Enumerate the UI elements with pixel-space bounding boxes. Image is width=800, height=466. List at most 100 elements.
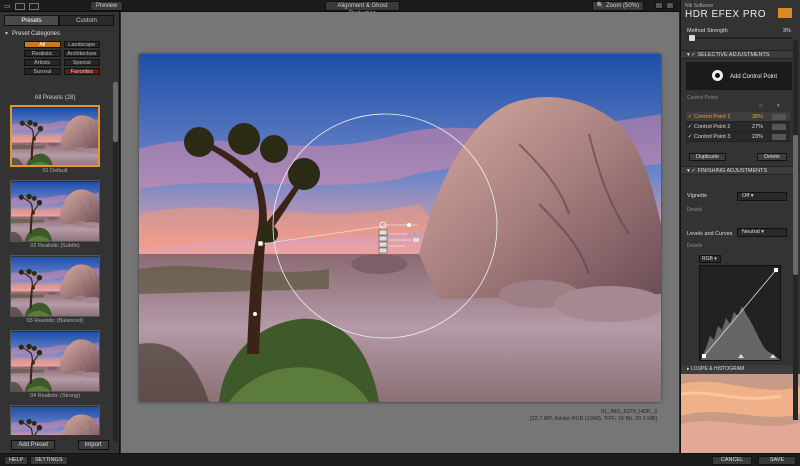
control-point-name: Control Point 2 [694,123,731,130]
preset-thumbnail[interactable] [10,330,100,392]
preset-item[interactable]: 04 Realistic (Strong) [6,330,100,405]
import-button[interactable]: Import [77,439,109,450]
save-button[interactable]: SAVE [758,456,796,465]
scrollbar-thumb[interactable] [113,82,118,142]
left-tabs: Presets Custom [4,15,114,26]
add-control-point-button[interactable]: Add Control Point [686,62,792,90]
preset-scrollbar[interactable] [113,82,118,442]
side-by-side-icon[interactable] [28,2,39,10]
visibility-icon[interactable]: ⌂ [759,103,763,109]
finishing-adjustments-title: FINISHING ADJUSTMENTS [697,168,768,174]
method-strength-label: Method Strength [687,28,728,34]
duplicate-button[interactable]: Duplicate [689,153,726,161]
category-artistic[interactable]: Artistic [24,59,61,66]
checkbox-icon[interactable]: ✓ [686,124,694,130]
preset-thumbnail[interactable] [10,255,100,317]
zoom-icon: 🔍 [596,3,605,9]
category-special[interactable]: Special [63,59,100,66]
preset-list: 01 Default 02 Realistic (Subtle) 03 Real… [6,105,106,435]
slider-knob[interactable] [689,35,695,41]
preset-item[interactable] [6,405,100,435]
control-point-slider-knob[interactable] [407,223,411,227]
preset-item[interactable]: 03 Realistic (Balanced) [6,255,100,330]
preset-item[interactable]: 01 Default [6,105,100,180]
category-landscape[interactable]: Landscape [63,41,100,48]
levels-curves-label: Levels and Curves [687,231,733,237]
curve-black-point[interactable] [702,354,706,358]
control-point-actions: Duplicate Delete [689,153,787,161]
scrollbar-thumb[interactable] [793,135,798,275]
right-panel-scrollbar[interactable] [793,40,798,420]
control-point-marker[interactable] [253,312,257,316]
category-all[interactable]: All [24,41,61,48]
left-panel-actions: Add Preset Import [0,436,120,453]
vignette-label: Vignette [687,193,708,199]
levels-details[interactable]: Details [687,243,702,249]
category-realistic[interactable]: Realistic [24,50,61,57]
control-point-swatch [772,123,786,130]
vignette-details[interactable]: Details [687,207,702,213]
bottom-bar: HELP SETTINGS CANCEL SAVE [0,453,800,466]
alignment-ghost-reduction-button[interactable]: Alignment & Ghost Reduction [325,1,400,17]
control-point-pct: 27% [752,123,764,130]
file-info: 01_IMG_8379_HDR_3 [32.7 MP, Adobe RGB (1… [530,409,657,423]
checkbox-icon[interactable]: ✓ [686,134,694,140]
preset-categories-header[interactable]: Preset Categories [2,30,118,39]
loupe-view [681,374,800,453]
control-point-pct: 38% [752,113,764,120]
tab-custom[interactable]: Custom [59,15,114,26]
finishing-adjustments-header[interactable]: ▾ ✓ FINISHING ADJUSTMENTS [681,166,795,175]
channel-dropdown[interactable]: RGB ▾ [699,255,721,263]
top-toolbar: ▭ Preview Alignment & Ghost Reduction 🔍 … [0,0,680,17]
control-point-name: Control Point 1 [694,113,731,120]
preset-thumbnail[interactable] [10,180,100,242]
levels-dropdown[interactable]: Neutral ▾ [737,228,787,237]
control-point-pct: 23% [752,133,764,140]
category-grid: All Landscape Realistic Architecture Art… [24,41,100,75]
selective-adjustments-header[interactable]: ▾ ✓ SELECTIVE ADJUSTMENTS [681,50,795,59]
chevron-down-icon: ▾ [750,193,754,199]
curves-editor[interactable] [699,265,781,361]
vignette-dropdown[interactable]: Off ▾ [737,192,787,201]
zoom-dropdown[interactable]: 🔍 Zoom (50%) [591,1,644,11]
category-surreal[interactable]: Surreal [24,68,61,75]
category-architecture[interactable]: Architecture [63,50,100,57]
right-panel: Nik Software HDR EFEX PRO Method Strengt… [680,0,800,453]
preset-thumbnail[interactable] [10,405,100,435]
preset-label: 04 Realistic (Strong) [30,393,80,399]
control-point-handle[interactable] [257,240,264,247]
curve-white-point[interactable] [774,268,778,272]
opacity-icon[interactable]: ◐ [777,103,781,109]
selective-adjustments-title: SELECTIVE ADJUSTMENTS [697,52,770,58]
preset-label: 01 Default [42,168,68,174]
preview-image[interactable] [139,54,661,402]
method-strength-row: Method Strength 3% [687,28,791,41]
category-favorites[interactable]: Favorites [63,68,100,75]
preset-thumbnail[interactable] [10,105,100,167]
add-preset-button[interactable]: Add Preset [11,439,55,450]
preview-button[interactable]: Preview [90,1,124,11]
fill-icon[interactable] [666,2,674,9]
add-control-point-label: Add Control Point [730,74,778,80]
tab-presets[interactable]: Presets [4,15,59,26]
control-point-icon [712,70,723,81]
checkbox-icon[interactable]: ✓ [686,114,694,120]
cancel-button[interactable]: CANCEL [712,456,752,465]
vignette-value: Off [742,193,750,199]
help-button[interactable]: HELP [4,456,29,465]
preset-item[interactable]: 02 Realistic (Subtle) [6,180,100,255]
preset-label: 03 Realistic (Balanced) [26,318,84,324]
delete-button[interactable]: Delete [757,153,787,161]
split-view-icon[interactable] [14,2,25,10]
window-buttons [655,2,674,9]
fit-icon[interactable] [655,2,663,9]
single-view-icon[interactable]: ▭ [4,2,11,10]
method-strength-slider[interactable] [687,35,791,41]
settings-button[interactable]: SETTINGS [30,456,68,465]
loupe-histogram-title: LOUPE & HISTOGRAM [690,366,745,372]
loupe-histogram-header[interactable]: ▸ LOUPE & HISTOGRAM [681,365,795,374]
control-point-row[interactable]: ✓ Control Point 1 38% [686,112,790,122]
control-point-row[interactable]: ✓ Control Point 2 27% [686,122,790,132]
method-strength-value: 3% [783,28,791,34]
control-point-row[interactable]: ✓ Control Point 3 23% [686,132,790,142]
